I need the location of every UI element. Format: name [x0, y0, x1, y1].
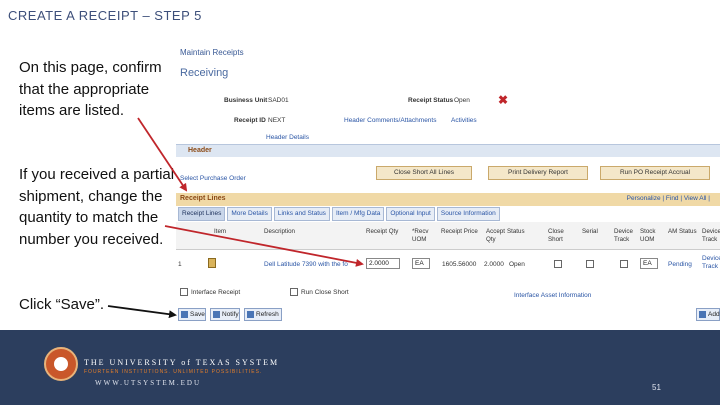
delete-x-icon[interactable]: ✖: [498, 93, 508, 107]
notify-button[interactable]: Notify: [210, 308, 240, 321]
print-delivery-report-button[interactable]: Print Delivery Report: [488, 166, 588, 180]
breadcrumb[interactable]: Maintain Receipts: [180, 48, 244, 57]
receipt-status-value: Open: [454, 97, 470, 104]
notify-icon: [213, 311, 220, 318]
tab-source-information[interactable]: Source Information: [436, 207, 500, 221]
col-device-track: Device Track: [614, 228, 633, 243]
col-close-short: Close Short: [548, 228, 564, 243]
add-icon: [699, 311, 706, 318]
stock-uom-input[interactable]: EA: [640, 258, 658, 269]
tab-links-and-status[interactable]: Links and Status: [273, 207, 330, 221]
row-description[interactable]: Dell Latitude 7390 with the fo: [264, 261, 348, 268]
interface-receipt-label: Interface Receipt: [191, 289, 241, 296]
notify-label: Notify: [222, 311, 239, 318]
grid-header: Item Description Receipt Qty *Recv UOM R…: [176, 222, 720, 250]
col-receipt-qty: Receipt Qty: [366, 228, 399, 235]
tab-optional-input[interactable]: Optional Input: [386, 207, 435, 221]
col-status: Status: [507, 228, 525, 235]
tab-item-mfg-data[interactable]: Item / Mfg Data: [331, 207, 385, 221]
page-title: Receiving: [180, 67, 229, 79]
receipt-lines-title: Receipt Lines: [180, 195, 226, 202]
device-track-checkbox[interactable]: [620, 260, 628, 268]
refresh-label: Refresh: [256, 311, 279, 318]
slide-title: CREATE A RECEIPT – STEP 5: [8, 8, 202, 23]
refresh-icon: [247, 311, 254, 318]
peoplesoft-screenshot: Maintain Receipts Receiving Business Uni…: [176, 40, 720, 330]
add-label: Add: [708, 311, 720, 318]
header-section-bar[interactable]: Header: [176, 144, 720, 157]
receipt-status-label: Receipt Status: [408, 97, 454, 104]
tab-more-details[interactable]: More Details: [227, 207, 272, 221]
row-receipt-price: 1605.56000: [442, 261, 477, 268]
header-comments-link[interactable]: Header Comments/Attachments: [344, 117, 436, 124]
row-accept-qty: 2.0000: [484, 261, 504, 268]
row-device-track[interactable]: Device Track: [702, 255, 720, 271]
col-accept-qty: Accept Qty: [486, 228, 505, 243]
col-am-status: AM Status: [668, 228, 697, 235]
col-stock-uom: Stock UOM: [640, 228, 656, 243]
row-am-status[interactable]: Pending: [668, 261, 692, 268]
instruction-confirm-items: On this page, confirm that the appropria…: [19, 59, 162, 119]
footer-band: [0, 330, 720, 405]
instruction-click-save: Click “Save”.: [19, 296, 105, 313]
business-unit-label: Business Unit: [224, 97, 268, 104]
run-close-short-label: Run Close Short: [301, 289, 349, 296]
arrow-to-save: [107, 305, 177, 319]
receipt-qty-input[interactable]: 2.0000: [366, 258, 400, 269]
add-button[interactable]: Add: [696, 308, 720, 321]
instruction-change-quantity: If you received a partial shipment, chan…: [19, 166, 175, 248]
select-purchase-order-link[interactable]: Select Purchase Order: [180, 175, 246, 182]
row-status: Open: [509, 261, 525, 268]
save-icon: [181, 311, 188, 318]
interface-receipt-checkbox[interactable]: [180, 288, 188, 296]
save-label: Save: [190, 311, 205, 318]
serial-checkbox[interactable]: [586, 260, 594, 268]
university-name: THE UNIVERSITY of TEXAS SYSTEM: [84, 358, 280, 367]
interface-asset-information-link[interactable]: Interface Asset Information: [514, 292, 591, 299]
col-item: Item: [214, 228, 227, 235]
col-serial: Serial: [582, 228, 598, 235]
header-details-link[interactable]: Header Details: [266, 134, 309, 141]
item-document-icon[interactable]: [208, 258, 216, 268]
save-button[interactable]: Save: [178, 308, 206, 321]
business-unit-value: SAD01: [268, 97, 289, 104]
seal-center-icon: [53, 356, 69, 372]
receipt-lines-bar: Receipt Lines Personalize | Find | View …: [176, 193, 720, 206]
page-number: 51: [652, 383, 661, 392]
close-short-all-lines-button[interactable]: Close Short All Lines: [376, 166, 472, 180]
receipt-id-value: NEXT: [268, 117, 286, 124]
recv-uom-input[interactable]: EA: [412, 258, 430, 269]
run-po-receipt-accrual-button[interactable]: Run PO Receipt Accrual: [600, 166, 710, 180]
col-recv-uom: *Recv UOM: [412, 228, 429, 243]
receipt-tabs: Receipt Lines More Details Links and Sta…: [178, 207, 502, 221]
activities-link[interactable]: Activities: [451, 117, 477, 124]
header-section-label: Header: [188, 147, 212, 154]
grid-navigation[interactable]: Personalize | Find | View All |: [627, 195, 710, 202]
refresh-button[interactable]: Refresh: [244, 308, 282, 321]
receipt-id-label: Receipt ID: [234, 117, 266, 124]
run-close-short-checkbox[interactable]: [290, 288, 298, 296]
website-url: WWW.UTSYSTEM.EDU: [95, 379, 202, 387]
close-short-checkbox[interactable]: [554, 260, 562, 268]
col-receipt-price: Receipt Price: [441, 228, 478, 235]
col-device-track-2: Device Track: [702, 228, 720, 243]
tab-receipt-lines[interactable]: Receipt Lines: [178, 207, 226, 221]
col-description: Description: [264, 228, 295, 235]
row-line-number: 1: [178, 261, 182, 268]
university-tagline: FOURTEEN INSTITUTIONS. UNLIMITED POSSIBI…: [84, 369, 263, 375]
